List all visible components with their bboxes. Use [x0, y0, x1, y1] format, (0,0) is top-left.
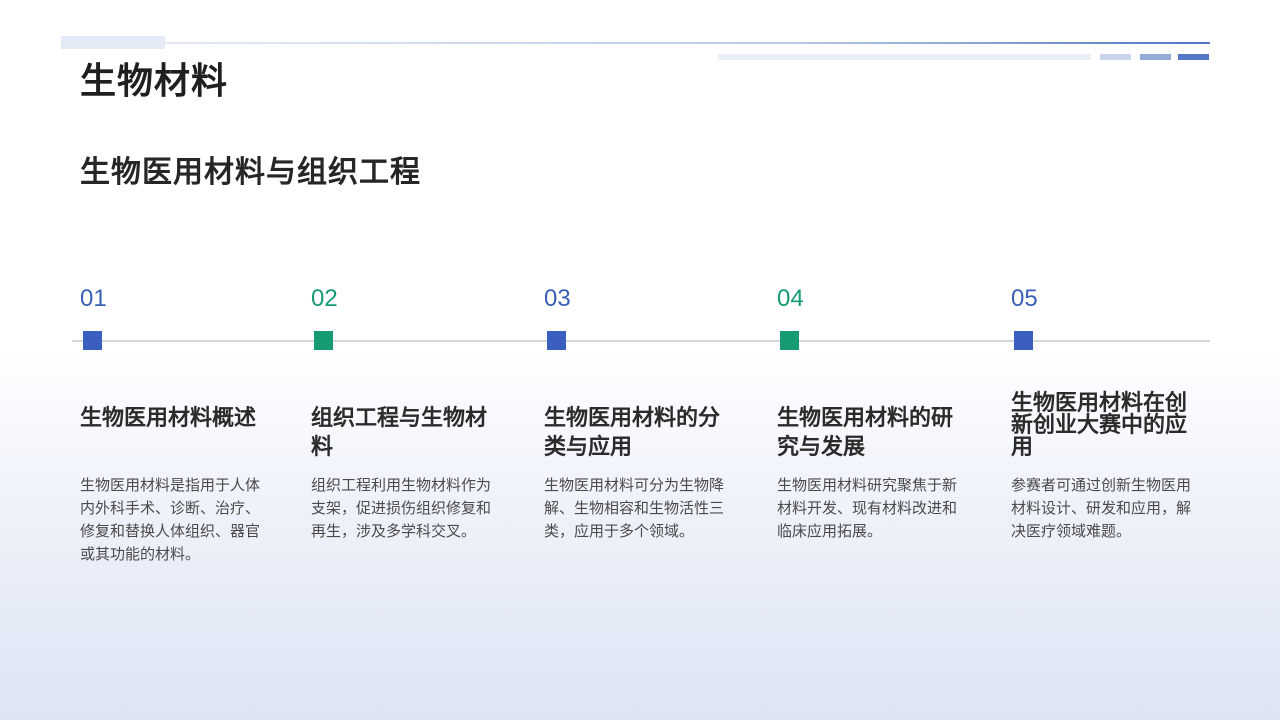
- step-marker: [780, 331, 799, 350]
- step-number: 03: [544, 285, 571, 312]
- step-heading: 生物医用材料在创新创业大赛中的应用: [1011, 391, 1188, 460]
- step-marker: [83, 331, 102, 350]
- step-description: 组织工程利用生物材料作为支架，促进损伤组织修复和再生，涉及多学科交叉。: [311, 476, 492, 540]
- header-decoration-bar: [1140, 54, 1171, 60]
- step-marker: [314, 331, 333, 350]
- header-decoration-bar: [1100, 54, 1131, 60]
- page-subtitle: 生物医用材料与组织工程: [80, 155, 421, 190]
- timeline-line: [72, 340, 1210, 342]
- step-marker: [1014, 331, 1033, 350]
- step-description: 生物医用材料是指用于人体内外科手术、诊断、治疗、修复和替换人体组织、器官或其功能…: [80, 476, 261, 563]
- step-number: 05: [1011, 285, 1038, 312]
- step-number: 01: [80, 285, 107, 312]
- step-heading: 生物医用材料的分类与应用: [544, 406, 721, 460]
- step-heading: 生物医用材料的研究与发展: [777, 406, 954, 460]
- step-heading: 生物医用材料概述: [80, 406, 257, 431]
- step-marker: [547, 331, 566, 350]
- slide: 生物材料 生物医用材料与组织工程 01 生物医用材料概述 生物医用材料是指用于人…: [0, 0, 1280, 720]
- header-decoration-line: [165, 42, 1210, 44]
- header-decoration-block: [61, 36, 165, 49]
- page-title: 生物材料: [80, 61, 229, 102]
- header-decoration-bar: [718, 54, 1091, 60]
- step-description: 生物医用材料研究聚焦于新材料开发、现有材料改进和临床应用拓展。: [777, 476, 958, 540]
- step-number: 02: [311, 285, 338, 312]
- step-number: 04: [777, 285, 804, 312]
- step-description: 生物医用材料可分为生物降解、生物相容和生物活性三类，应用于多个领域。: [544, 476, 725, 540]
- step-heading: 组织工程与生物材料: [311, 406, 488, 460]
- step-description: 参赛者可通过创新生物医用材料设计、研发和应用，解决医疗领域难题。: [1011, 476, 1192, 540]
- header-decoration-bar: [1178, 54, 1209, 60]
